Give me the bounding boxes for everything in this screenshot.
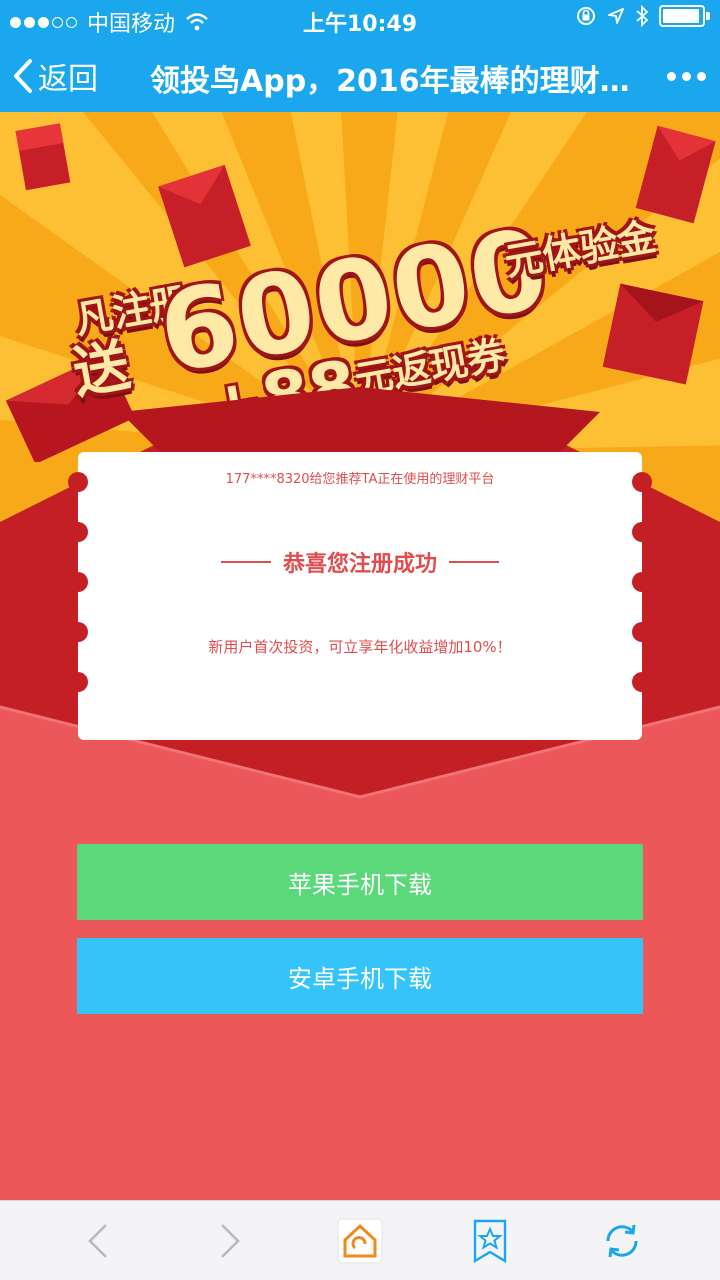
ticket-edge-right	[632, 472, 652, 732]
app-home-icon	[337, 1218, 383, 1264]
android-download-button[interactable]: 安卓手机下载	[77, 938, 643, 1014]
offer-text: 新用户首次投资，可立享年化收益增加10%！	[208, 638, 512, 656]
page-title: 领投鸟App，2016年最棒的理财…	[150, 64, 630, 99]
bookmark-button[interactable]	[464, 1215, 516, 1267]
chevron-left-icon	[14, 59, 32, 93]
status-bar: 中国移动 上午10:49	[0, 0, 720, 40]
ticket-edge-left	[68, 472, 88, 732]
back-label: 返回	[38, 62, 98, 97]
home-button[interactable]	[334, 1215, 386, 1267]
congrats-text: 恭喜您注册成功	[282, 552, 437, 577]
chevron-left-icon	[88, 1224, 107, 1258]
red-envelope-decoration	[15, 123, 71, 191]
rotation-lock-icon	[577, 7, 595, 25]
battery-icon	[659, 5, 705, 27]
location-arrow-icon	[608, 8, 624, 24]
ios-download-button[interactable]: 苹果手机下载	[77, 844, 643, 920]
success-card: 177****8320给您推荐TA正在使用的理财平台 恭喜您注册成功 新用户首次…	[68, 452, 652, 740]
chevron-right-icon	[221, 1224, 240, 1258]
battery-cap	[706, 12, 710, 20]
more-options-button[interactable]	[667, 58, 706, 94]
bluetooth-icon	[636, 5, 649, 27]
nav-bar: 返回 领投鸟App，2016年最棒的理财…	[0, 40, 720, 112]
referral-text: 177****8320给您推荐TA正在使用的理财平台	[225, 472, 495, 487]
browser-forward-button[interactable]	[204, 1215, 256, 1267]
refresh-icon	[606, 1224, 638, 1258]
browser-back-button[interactable]	[72, 1215, 124, 1267]
congrats-heading: 恭喜您注册成功	[78, 546, 642, 578]
browser-toolbar	[0, 1200, 720, 1280]
divider	[220, 561, 271, 563]
refresh-button[interactable]	[596, 1215, 648, 1267]
promo-banner: 凡注册 送 60000 元体验金 +88 元返现券 ¥ ¥ ¥ 177****8…	[0, 112, 720, 1200]
back-button[interactable]: 返回	[12, 52, 98, 100]
bookmark-star-icon	[473, 1219, 507, 1264]
divider	[449, 561, 499, 563]
